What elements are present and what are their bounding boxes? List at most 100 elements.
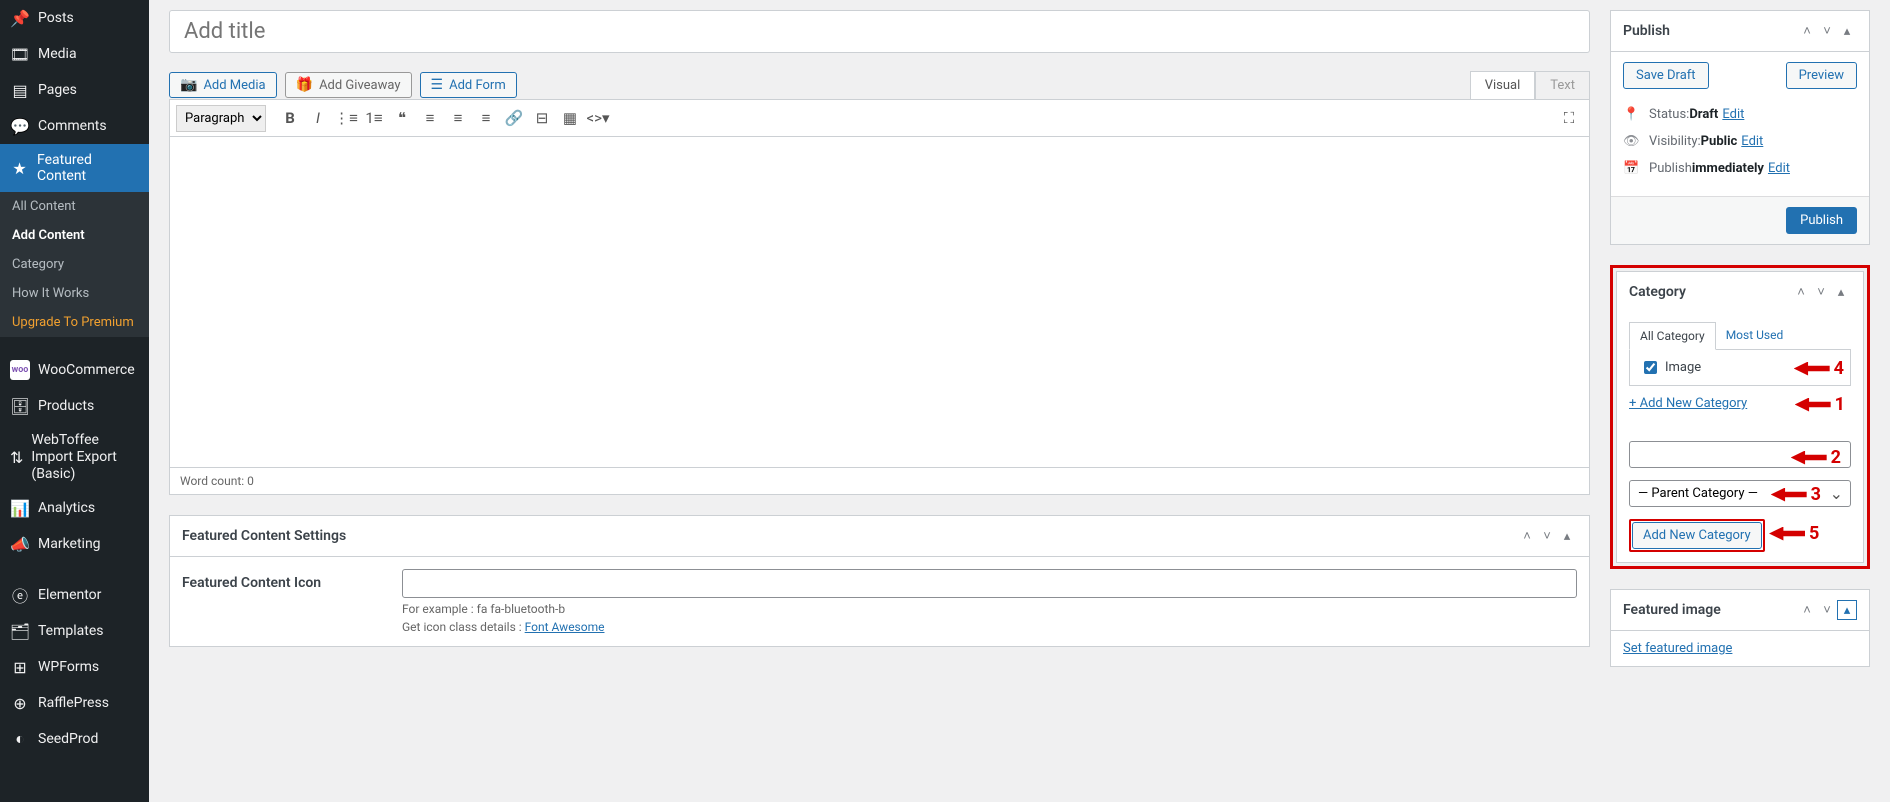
- comment-icon: 💬: [10, 116, 30, 136]
- tab-most-used[interactable]: Most Used: [1716, 322, 1794, 349]
- category-image-label: Image: [1665, 360, 1701, 375]
- link-button[interactable]: 🔗: [500, 104, 528, 132]
- font-awesome-link[interactable]: Font Awesome: [525, 620, 605, 634]
- featured-content-settings-box: Featured Content Settings ˄ ˅ ▴ Featured…: [169, 515, 1590, 647]
- table-button[interactable]: ▦: [556, 104, 584, 132]
- rafflepress-icon: ⊕: [10, 693, 30, 713]
- sidebar-sub-upgrade[interactable]: Upgrade To Premium: [0, 308, 149, 337]
- category-metabox: Category ˄ ˅ ▴ All Category Most Used Im…: [1616, 271, 1864, 563]
- post-title-input[interactable]: [169, 10, 1590, 53]
- woo-icon: woo: [10, 360, 30, 380]
- sidebar-item-comments[interactable]: 💬Comments: [0, 108, 149, 144]
- category-annotation-box: Category ˄ ˅ ▴ All Category Most Used Im…: [1610, 265, 1870, 569]
- publish-button[interactable]: Publish: [1786, 207, 1857, 234]
- edit-status-link[interactable]: Edit: [1722, 107, 1744, 122]
- blockquote-button[interactable]: ❝: [388, 104, 416, 132]
- add-media-button[interactable]: 📷Add Media: [169, 72, 277, 98]
- arrow-icon: [1769, 527, 1805, 541]
- tinymce-editor: Paragraph B I ⋮≡ 1≡ ❝ ≡ ≡ ≡ 🔗 ⊟ ▦ <>▾ ⛶ …: [169, 99, 1590, 495]
- sidebar-sub-all-content[interactable]: All Content: [0, 192, 149, 221]
- page-icon: ▤: [10, 80, 30, 100]
- align-left-button[interactable]: ≡: [416, 104, 444, 132]
- italic-button[interactable]: I: [304, 104, 332, 132]
- sidebar-item-wpforms[interactable]: ⊞WPForms: [0, 649, 149, 685]
- move-up-button[interactable]: ˄: [1517, 526, 1537, 546]
- category-toggle[interactable]: ▴: [1831, 282, 1851, 302]
- move-down-button[interactable]: ˅: [1537, 526, 1557, 546]
- edit-visibility-link[interactable]: Edit: [1741, 134, 1763, 149]
- sidebar-item-products[interactable]: 🗄Products: [0, 388, 149, 424]
- settings-title: Featured Content Settings: [182, 528, 1517, 544]
- align-right-button[interactable]: ≡: [472, 104, 500, 132]
- fi-move-up[interactable]: ˄: [1797, 600, 1817, 620]
- category-move-up[interactable]: ˄: [1791, 282, 1811, 302]
- publish-title: Publish: [1623, 23, 1797, 39]
- icon-help-2: Get icon class details : Font Awesome: [402, 620, 1577, 634]
- publish-toggle[interactable]: ▴: [1837, 21, 1857, 41]
- category-move-down[interactable]: ˅: [1811, 282, 1831, 302]
- publish-move-down[interactable]: ˅: [1817, 21, 1837, 41]
- add-new-category-link[interactable]: + Add New Category: [1629, 396, 1747, 411]
- sidebar-item-analytics[interactable]: 📊Analytics: [0, 490, 149, 526]
- tab-visual[interactable]: Visual: [1470, 71, 1536, 99]
- bold-button[interactable]: B: [276, 104, 304, 132]
- admin-sidebar: 📌Posts 🎞Media ▤Pages 💬Comments ★Featured…: [0, 0, 149, 802]
- sidebar-item-featured-content[interactable]: ★Featured Content: [0, 144, 149, 192]
- sidebar-item-woocommerce[interactable]: wooWooCommerce: [0, 352, 149, 388]
- sidebar-sub-how-it-works[interactable]: How It Works: [0, 279, 149, 308]
- source-button[interactable]: <>▾: [584, 104, 612, 132]
- toggle-button[interactable]: ▴: [1557, 526, 1577, 546]
- sidebar-item-media[interactable]: 🎞Media: [0, 36, 149, 72]
- arrow-icon: [1795, 398, 1831, 412]
- right-sidebar: Publish ˄ ˅ ▴ Save Draft Preview 📍Status…: [1610, 0, 1890, 802]
- add-new-category-button[interactable]: Add New Category: [1632, 522, 1762, 549]
- sidebar-item-rafflepress[interactable]: ⊕RafflePress: [0, 685, 149, 721]
- icon-help-1: For example : fa fa-bluetooth-b: [402, 602, 1577, 616]
- main-content: 📷Add Media 🎁Add Giveaway ☰Add Form Visua…: [149, 0, 1610, 802]
- set-featured-image-link[interactable]: Set featured image: [1623, 641, 1732, 656]
- sidebar-sub-add-content[interactable]: Add Content: [0, 221, 149, 250]
- pin-icon: 📌: [10, 8, 30, 28]
- edit-schedule-link[interactable]: Edit: [1768, 161, 1790, 176]
- bullet-list-button[interactable]: ⋮≡: [332, 104, 360, 132]
- word-count: Word count: 0: [170, 467, 1589, 494]
- sidebar-item-webtoffee[interactable]: ⇅WebToffee Import Export (Basic): [0, 424, 149, 490]
- align-center-button[interactable]: ≡: [444, 104, 472, 132]
- wpforms-icon: ⊞: [10, 657, 30, 677]
- sidebar-item-posts[interactable]: 📌Posts: [0, 0, 149, 36]
- sidebar-sub-category[interactable]: Category: [0, 250, 149, 279]
- featured-icon-input[interactable]: [402, 569, 1577, 598]
- seedprod-icon: ◐: [10, 729, 30, 749]
- sidebar-item-marketing[interactable]: 📣Marketing: [0, 526, 149, 562]
- sidebar-item-pages[interactable]: ▤Pages: [0, 72, 149, 108]
- category-image-checkbox[interactable]: [1644, 361, 1657, 374]
- preview-button[interactable]: Preview: [1786, 62, 1857, 89]
- fi-toggle[interactable]: ▴: [1837, 600, 1857, 620]
- key-icon: 📍: [1623, 107, 1643, 122]
- giveaway-icon: 🎁: [296, 77, 313, 93]
- sidebar-item-templates[interactable]: 🗂Templates: [0, 613, 149, 649]
- megaphone-icon: 📣: [10, 534, 30, 554]
- editor-mode-tabs: Visual Text: [1470, 71, 1590, 99]
- form-icon: ☰: [431, 77, 444, 93]
- annotation-5: 5: [1809, 523, 1819, 544]
- add-giveaway-button[interactable]: 🎁Add Giveaway: [285, 72, 412, 98]
- sidebar-item-seedprod[interactable]: ◐SeedProd: [0, 721, 149, 757]
- sidebar-submenu: All Content Add Content Category How It …: [0, 192, 149, 337]
- fi-move-down[interactable]: ˅: [1817, 600, 1837, 620]
- tab-all-category[interactable]: All Category: [1629, 322, 1716, 350]
- sidebar-item-elementor[interactable]: ⓔElementor: [0, 577, 149, 613]
- new-category-name-input[interactable]: [1629, 441, 1851, 468]
- fullscreen-button[interactable]: ⛶: [1555, 104, 1583, 132]
- publish-move-up[interactable]: ˄: [1797, 21, 1817, 41]
- add-form-button[interactable]: ☰Add Form: [420, 72, 517, 98]
- archive-icon: 🗄: [10, 396, 30, 416]
- number-list-button[interactable]: 1≡: [360, 104, 388, 132]
- format-select[interactable]: Paragraph: [176, 105, 266, 132]
- tab-text[interactable]: Text: [1535, 71, 1590, 99]
- parent-category-select[interactable]: — Parent Category —: [1629, 480, 1851, 507]
- read-more-button[interactable]: ⊟: [528, 104, 556, 132]
- elementor-icon: ⓔ: [10, 585, 30, 605]
- editor-content-area[interactable]: [170, 137, 1589, 467]
- save-draft-button[interactable]: Save Draft: [1623, 62, 1709, 89]
